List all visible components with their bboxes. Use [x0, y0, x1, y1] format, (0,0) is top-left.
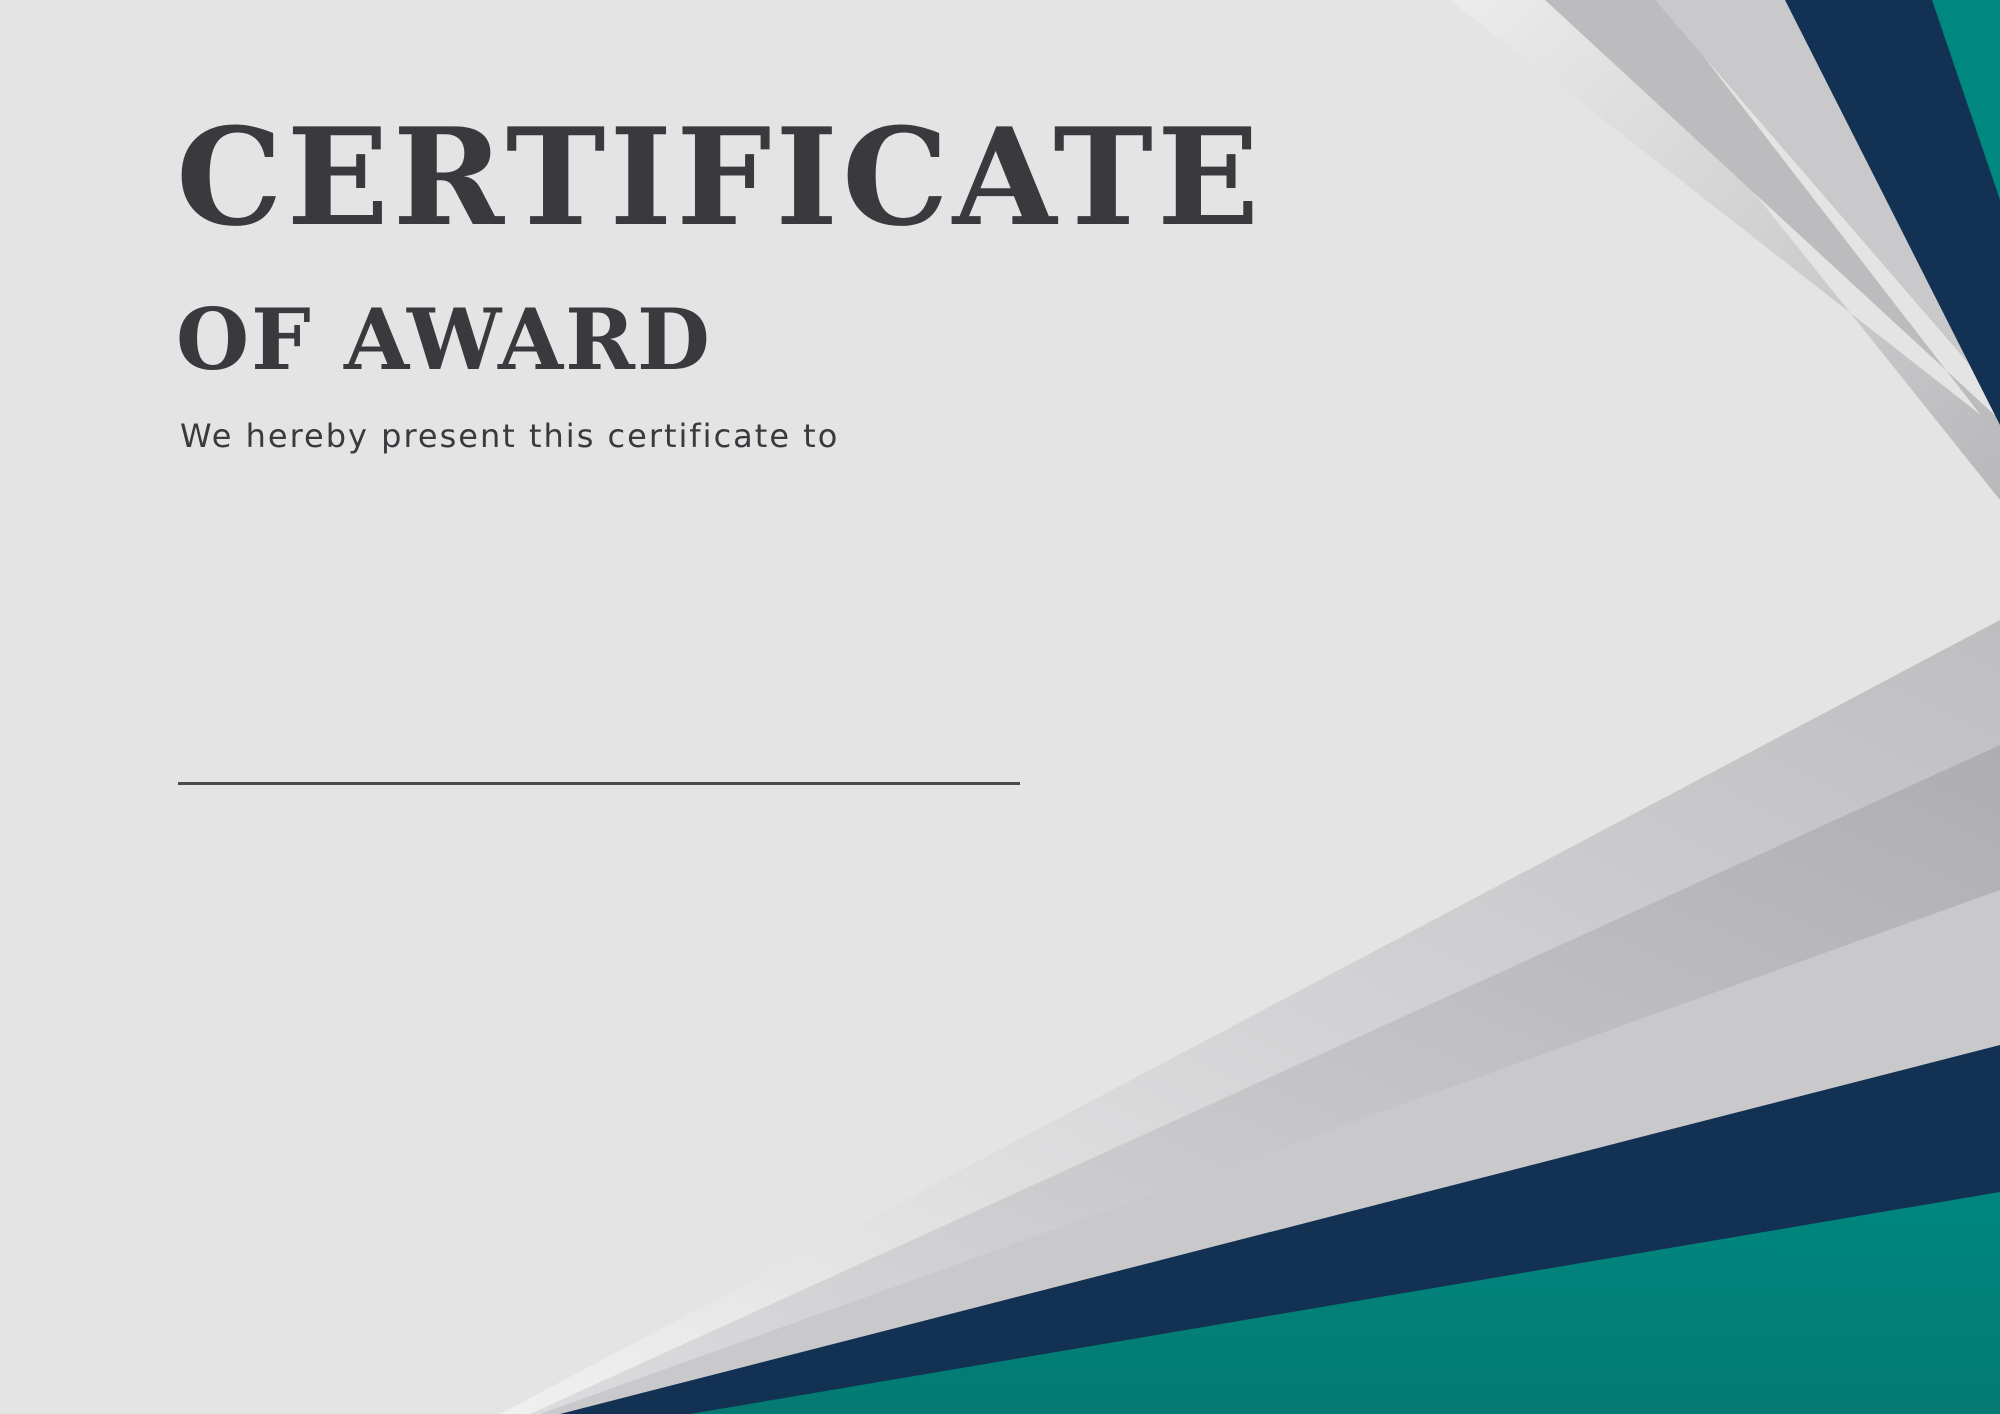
certificate: CERTIFICATE OF AWARD We hereby present t… — [0, 0, 2000, 1414]
presentation-text: We hereby present this certificate to — [180, 417, 840, 455]
top-right-folds — [1450, 0, 2000, 500]
certificate-subtitle: OF AWARD — [176, 290, 712, 389]
bottom-right-folds — [500, 620, 2000, 1414]
recipient-name-line — [178, 782, 1020, 785]
certificate-title: CERTIFICATE — [176, 98, 1264, 256]
